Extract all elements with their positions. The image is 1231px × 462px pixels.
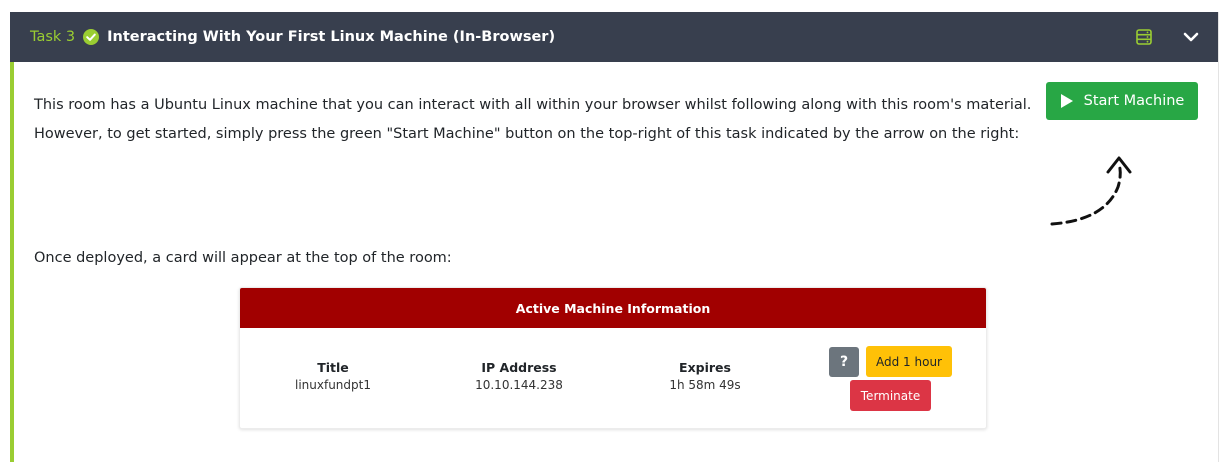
play-icon (1060, 94, 1073, 108)
machine-card-header: Active Machine Information (240, 288, 986, 328)
help-button[interactable]: ? (829, 347, 859, 377)
machine-ip-column: IP Address 10.10.144.238 (439, 360, 599, 392)
task-card: Task 3 Interacting With Your First Linux… (10, 12, 1219, 462)
machine-expires-value: 1h 58m 49s (669, 378, 741, 392)
machine-title-column: Title linuxfundpt1 (253, 360, 413, 392)
start-machine-button[interactable]: Start Machine (1046, 82, 1198, 120)
terminate-button[interactable]: Terminate (850, 380, 931, 411)
machine-title-label: Title (317, 360, 349, 375)
machine-title-value: linuxfundpt1 (295, 378, 371, 392)
pointing-arrow-icon (1050, 156, 1132, 226)
add-hour-button[interactable]: Add 1 hour (866, 346, 952, 377)
task-title: Interacting With Your First Linux Machin… (107, 29, 556, 45)
active-machine-card: Active Machine Information Title linuxfu… (239, 287, 987, 429)
machine-expires-column: Expires 1h 58m 49s (625, 360, 785, 392)
paragraph-deployed: Once deployed, a card will appear at the… (34, 250, 452, 266)
task-number: Task 3 (30, 29, 76, 45)
machine-ip-value: 10.10.144.238 (475, 378, 563, 392)
paragraph-intro: This room has a Ubuntu Linux machine tha… (34, 97, 1032, 113)
chevron-down-icon[interactable] (1183, 30, 1199, 44)
machine-ip-label: IP Address (481, 360, 557, 375)
task-header[interactable]: Task 3 Interacting With Your First Linux… (10, 12, 1218, 62)
database-icon[interactable] (1136, 29, 1152, 45)
start-machine-label: Start Machine (1083, 93, 1185, 109)
paragraph-instructions: However, to get started, simply press th… (34, 126, 1020, 142)
machine-expires-label: Expires (679, 360, 731, 375)
check-circle-icon (83, 29, 100, 45)
